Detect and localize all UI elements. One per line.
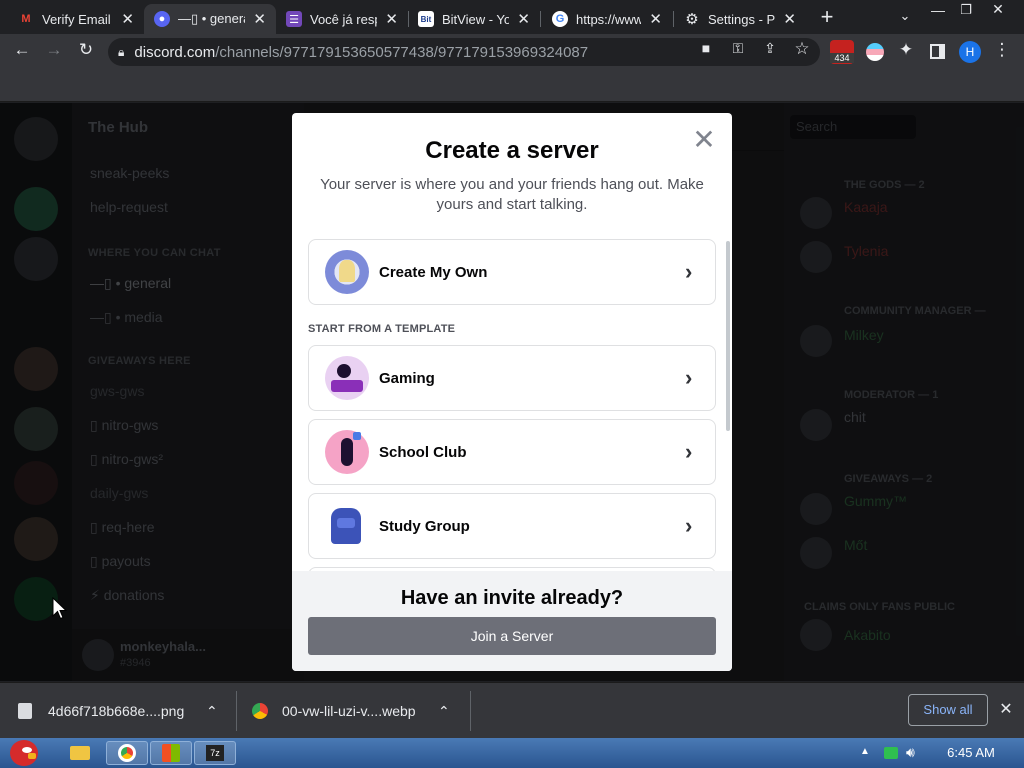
browser-tab-bitview[interactable]: Bit BitView - Yo ✕ [408, 4, 540, 34]
url-host: discord.com [134, 43, 216, 61]
tab-title: Verify Email [42, 11, 111, 27]
browser-tab-google[interactable]: G https://www ✕ [542, 4, 672, 34]
tray-expand-icon[interactable]: ▲ [860, 746, 870, 757]
start-button[interactable] [2, 738, 50, 768]
url-path: /channels/977179153650577438/97717915396… [215, 43, 589, 61]
extensions-puzzle-icon[interactable]: ✦ [894, 40, 918, 60]
download-filename: 00-vw-lil-uzi-v....webp [282, 703, 416, 719]
explorer-taskbar-icon[interactable] [62, 741, 98, 765]
angry-bird-icon [10, 740, 38, 766]
camera-blocked-icon[interactable]: ■ [694, 40, 718, 56]
chrome-menu-icon[interactable]: ⋮ [990, 40, 1014, 60]
download-filename: 4d66f718b668e....png [48, 703, 185, 719]
option-label: Create My Own [379, 263, 488, 281]
tab-search-icon[interactable]: ⌄ [896, 8, 914, 26]
browser-toolbar: ← → ↻ 🔒︎ discord.com/channels/9771791536… [0, 34, 1024, 70]
tab-title: https://www [576, 11, 642, 27]
chrome-file-icon [252, 703, 268, 719]
volume-icon[interactable]: 🔊︎ [906, 744, 915, 761]
forward-icon[interactable]: → [42, 40, 66, 60]
template-heading: START FROM A TEMPLATE [308, 323, 456, 335]
side-panel-icon[interactable] [930, 44, 945, 59]
template-gaming-button[interactable]: Gaming › [308, 345, 716, 411]
join-server-button[interactable]: Join a Server [308, 617, 716, 655]
school-club-icon [325, 430, 369, 474]
mouse-cursor-icon [52, 597, 68, 620]
image-file-icon [18, 703, 32, 719]
profile-avatar[interactable]: H [959, 41, 981, 63]
close-tab-icon[interactable]: ✕ [121, 10, 134, 28]
tab-title: Você já resp [310, 11, 378, 27]
google-icon: G [552, 11, 568, 27]
option-label: Gaming [379, 369, 435, 387]
restore-icon[interactable]: ❐ [958, 2, 974, 18]
reload-icon[interactable]: ↻ [74, 40, 98, 60]
download-item[interactable]: 4d66f718b668e....png ⌃ [18, 683, 234, 739]
template-school-club-button[interactable]: School Club › [308, 419, 716, 485]
clock[interactable]: 6:45 AM [936, 738, 1006, 768]
share-icon[interactable]: ⇪ [758, 40, 782, 57]
create-my-own-button[interactable]: Create My Own › [308, 239, 716, 305]
show-all-button[interactable]: Show all [908, 694, 988, 726]
option-label: Study Group [379, 517, 470, 535]
chevron-right-icon: › [685, 513, 693, 538]
new-tab-icon[interactable]: + [816, 6, 838, 28]
invite-heading: Have an invite already? [400, 587, 624, 609]
create-server-modal: ✕ Create a server Your server is where y… [292, 113, 732, 671]
create-own-icon [325, 250, 369, 294]
bitview-icon: Bit [418, 11, 434, 27]
extension-badge: 434 [830, 53, 854, 63]
chevron-right-icon: › [685, 439, 693, 464]
browser-tab-discord[interactable]: ● —▯ • genera ✕ [144, 4, 276, 34]
tab-title: —▯ • genera [178, 11, 246, 26]
lock-icon: 🔒︎ [118, 44, 125, 59]
forms-icon: ☰ [286, 11, 302, 27]
close-tab-icon[interactable]: ✕ [253, 10, 266, 28]
close-tab-icon[interactable]: ✕ [517, 10, 530, 28]
chevron-right-icon: › [685, 259, 693, 284]
option-label: School Club [379, 443, 467, 461]
gmail-icon: M [21, 13, 31, 25]
bookmarks-bar [0, 70, 1024, 102]
minimize-icon[interactable]: — [930, 2, 946, 18]
chrome-taskbar-icon[interactable] [106, 741, 148, 765]
browser-tab-settings[interactable]: ⚙ Settings - P ✕ [674, 4, 806, 34]
chevron-right-icon: › [685, 365, 693, 390]
tab-title: BitView - Yo [442, 11, 510, 27]
download-item[interactable]: 00-vw-lil-uzi-v....webp ⌃ [252, 683, 468, 739]
close-tab-icon[interactable]: ✕ [783, 10, 796, 28]
chevron-up-icon[interactable]: ⌃ [206, 703, 218, 720]
modal-subtitle: Your server is where you and your friend… [320, 176, 704, 213]
modal-title: Create a server [425, 137, 599, 164]
tab-title: Settings - P [708, 11, 776, 27]
taskbar: 7z ▲ 🔊︎ 6:45 AM [0, 738, 1024, 768]
modal-footer: Have an invite already? Join a Server [292, 571, 732, 671]
browser-tab-strip: M Verify Email ✕ ● —▯ • genera ✕ ☰ Você … [0, 0, 1024, 34]
7zip-taskbar-icon[interactable]: 7z [194, 741, 236, 765]
windows-taskbar-icon[interactable] [150, 741, 192, 765]
download-separator [236, 691, 237, 731]
download-separator [470, 691, 471, 731]
browser-tab-gmail[interactable]: M Verify Email ✕ [8, 4, 144, 34]
chevron-up-icon[interactable]: ⌃ [438, 703, 450, 720]
close-tab-icon[interactable]: ✕ [385, 10, 398, 28]
downloads-bar: 4d66f718b668e....png ⌃ 00-vw-lil-uzi-v..… [0, 682, 1024, 738]
close-downloads-icon[interactable]: ✕ [996, 699, 1016, 719]
study-group-icon [325, 504, 369, 548]
close-tab-icon[interactable]: ✕ [649, 10, 662, 28]
browser-tab-forms[interactable]: ☰ Você já resp ✕ [276, 4, 408, 34]
tab-separator [540, 11, 541, 27]
template-study-group-button[interactable]: Study Group › [308, 493, 716, 559]
key-icon[interactable]: ⚿ [726, 40, 750, 57]
bookmark-star-icon[interactable]: ☆ [790, 39, 814, 59]
network-icon[interactable] [884, 747, 898, 759]
gaming-icon [325, 356, 369, 400]
close-window-icon[interactable]: ✕ [990, 1, 1006, 18]
scrollbar[interactable] [726, 241, 730, 431]
gear-icon: ⚙ [685, 11, 699, 28]
back-icon[interactable]: ← [10, 40, 34, 60]
flag-extension-icon[interactable] [866, 43, 884, 61]
discord-icon: ● [154, 11, 170, 27]
ublock-extension-icon[interactable]: 434 [830, 40, 854, 64]
